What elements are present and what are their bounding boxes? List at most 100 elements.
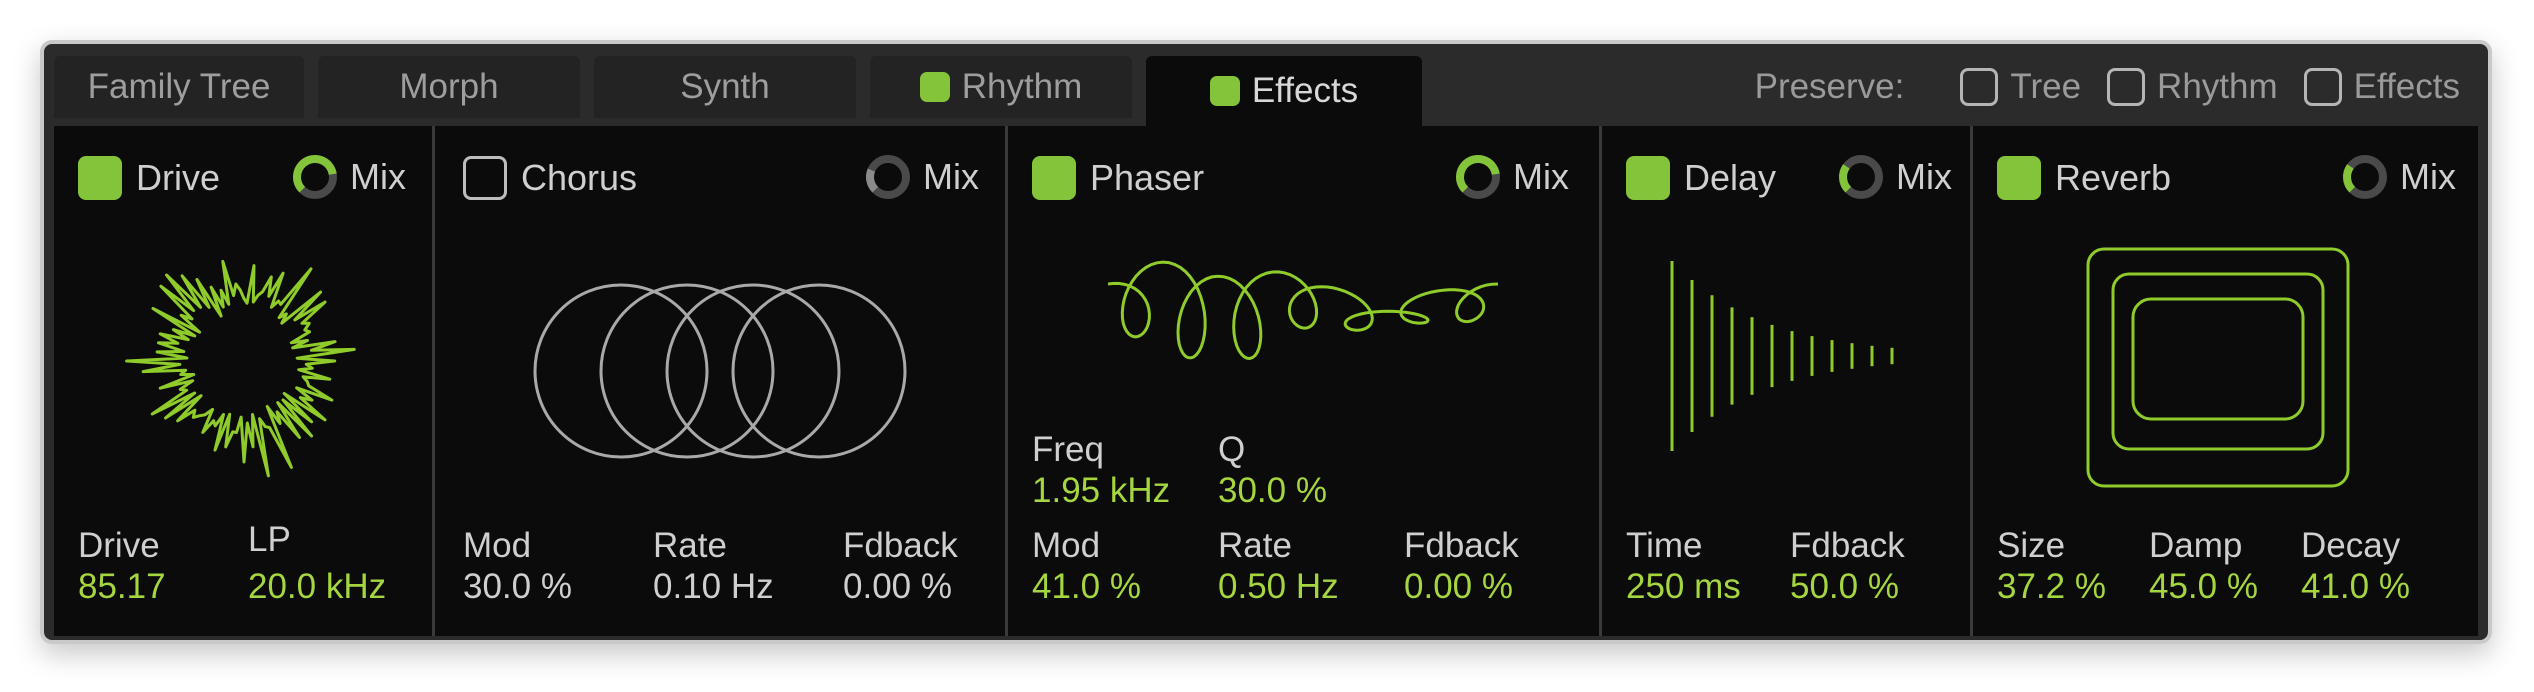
drive-toggle[interactable]: Drive [78, 156, 220, 200]
reverb-damp-param[interactable]: Damp 45.0 % [2149, 526, 2258, 608]
knob-icon[interactable] [1453, 152, 1503, 202]
delay-feedback-param[interactable]: Fdback 50.0 % [1790, 526, 1905, 608]
knob-icon[interactable] [2340, 152, 2390, 202]
tab-synth[interactable]: Synth [594, 56, 856, 118]
param-label: Drive [78, 526, 160, 565]
tab-label: Effects [1251, 71, 1359, 110]
param-label: Fdback [843, 526, 958, 565]
checkbox-icon[interactable] [1960, 68, 1999, 106]
effects-window: Family Tree Morph Synth Rhythm Effects P… [40, 40, 2492, 644]
reverb-mix-knob[interactable]: Mix [2340, 152, 2456, 202]
reverb-size-param[interactable]: Size 37.2 % [1997, 526, 2106, 608]
reverb-toggle[interactable]: Reverb [1997, 156, 2171, 200]
section-title: Reverb [2055, 157, 2172, 198]
chorus-feedback-param[interactable]: Fdback 0.00 % [843, 526, 958, 608]
checkbox-icon[interactable] [1626, 156, 1670, 200]
drive-section: Drive Mix Drive 85.17 LP 20.0 kHz [54, 126, 435, 636]
param-value: 45.0 % [2149, 567, 2258, 606]
tab-label: Family Tree [87, 67, 271, 106]
param-value: 250 ms [1626, 567, 1741, 606]
mix-label: Mix [2400, 156, 2456, 197]
preserve-item-label: Effects [2353, 67, 2460, 106]
phaser-q-param[interactable]: Q 30.0 % [1218, 430, 1327, 512]
reverb-decay-param[interactable]: Decay 41.0 % [2301, 526, 2410, 608]
drive-lp-param[interactable]: LP 20.0 kHz [248, 520, 386, 608]
chorus-mix-knob[interactable]: Mix [863, 152, 979, 202]
param-label: Decay [2301, 526, 2401, 565]
phaser-section: Phaser Mix Freq 1.95 kHz Q 30.0 % Mod 41… [1008, 126, 1602, 636]
preserve-group: Preserve: Tree Rhythm Effects [1755, 56, 2460, 118]
effects-panel: Drive Mix Drive 85.17 LP 20.0 kHz Chorus… [54, 126, 2478, 636]
reverb-section: Reverb Mix Size 37.2 % Damp 45.0 % Decay… [1973, 126, 2478, 636]
delay-time-param[interactable]: Time 250 ms [1626, 526, 1741, 608]
phaser-freq-param[interactable]: Freq 1.95 kHz [1032, 430, 1170, 512]
preserve-item-label: Rhythm [2157, 67, 2278, 106]
chorus-section: Chorus Mix Mod 30.0 % Rate 0.10 Hz Fdbac… [435, 126, 1008, 636]
param-label: Freq [1032, 430, 1104, 469]
preserve-effects-toggle[interactable]: Effects [2303, 67, 2460, 107]
knob-icon[interactable] [290, 152, 340, 202]
checkbox-icon[interactable] [1997, 156, 2041, 200]
param-label: Fdback [1404, 526, 1519, 565]
rhythm-enabled-checkbox[interactable] [919, 72, 950, 102]
param-label: Mod [1032, 526, 1101, 565]
chorus-rate-param[interactable]: Rate 0.10 Hz [653, 526, 774, 608]
phaser-rate-param[interactable]: Rate 0.50 Hz [1218, 526, 1339, 608]
param-value: 0.10 Hz [653, 567, 774, 606]
section-title: Phaser [1090, 157, 1205, 198]
tab-morph[interactable]: Morph [318, 56, 580, 118]
tab-rhythm[interactable]: Rhythm [870, 56, 1132, 118]
mix-label: Mix [1513, 156, 1569, 197]
effects-enabled-checkbox[interactable] [1209, 76, 1240, 106]
reverb-room-graphic [2086, 247, 2350, 488]
param-value: 50.0 % [1790, 567, 1899, 606]
phaser-feedback-param[interactable]: Fdback 0.00 % [1404, 526, 1519, 608]
mix-label: Mix [923, 156, 979, 197]
tab-label: Synth [680, 67, 770, 106]
param-label: Rate [653, 526, 727, 565]
checkbox-icon[interactable] [1032, 156, 1076, 200]
section-title: Drive [136, 157, 221, 198]
preserve-tree-toggle[interactable]: Tree [1960, 67, 2081, 107]
param-value: 0.00 % [843, 567, 952, 606]
param-value: 37.2 % [1997, 567, 2106, 606]
checkbox-icon[interactable] [2303, 68, 2342, 106]
knob-icon[interactable] [1836, 152, 1886, 202]
chorus-toggle[interactable]: Chorus [463, 156, 637, 200]
checkbox-icon[interactable] [2107, 68, 2146, 106]
param-value: 0.00 % [1404, 567, 1513, 606]
delay-echoes-graphic [1670, 261, 1894, 451]
chorus-circles-graphic [533, 283, 907, 459]
tab-family-tree[interactable]: Family Tree [54, 56, 304, 118]
phaser-waveform-graphic [1107, 260, 1499, 361]
param-value: 41.0 % [1032, 567, 1141, 606]
param-label: Rate [1218, 526, 1292, 565]
chorus-mod-param[interactable]: Mod 30.0 % [463, 526, 572, 608]
phaser-mod-param[interactable]: Mod 41.0 % [1032, 526, 1141, 608]
delay-section: Delay Mix Time 250 ms Fdback 50.0 % [1602, 126, 1973, 636]
preserve-item-label: Tree [2010, 67, 2082, 106]
param-label: Size [1997, 526, 2066, 565]
mix-label: Mix [350, 156, 406, 197]
drive-mix-knob[interactable]: Mix [290, 152, 406, 202]
param-value: 30.0 % [1218, 471, 1327, 510]
preserve-rhythm-toggle[interactable]: Rhythm [2107, 67, 2278, 107]
delay-mix-knob[interactable]: Mix [1836, 152, 1952, 202]
drive-amount-param[interactable]: Drive 85.17 [78, 526, 166, 608]
param-value: 41.0 % [2301, 567, 2410, 606]
param-label: Mod [463, 526, 532, 565]
knob-icon[interactable] [863, 152, 913, 202]
tab-effects[interactable]: Effects [1146, 56, 1422, 126]
phaser-toggle[interactable]: Phaser [1032, 156, 1204, 200]
section-title: Delay [1684, 157, 1777, 198]
tab-label: Morph [399, 67, 499, 106]
tab-bar: Family Tree Morph Synth Rhythm Effects P… [54, 56, 2478, 126]
param-label: Q [1218, 430, 1246, 469]
param-label: Fdback [1790, 526, 1905, 565]
phaser-mix-knob[interactable]: Mix [1453, 152, 1569, 202]
checkbox-icon[interactable] [78, 156, 122, 200]
param-label: Damp [2149, 526, 2243, 565]
param-label: Time [1626, 526, 1703, 565]
delay-toggle[interactable]: Delay [1626, 156, 1776, 200]
checkbox-icon[interactable] [463, 156, 507, 200]
